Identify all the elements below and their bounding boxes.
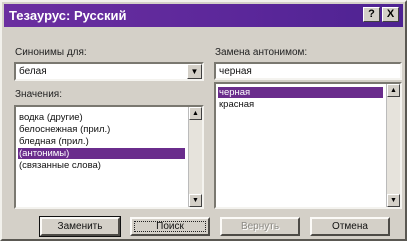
help-button[interactable]: ? <box>363 7 380 22</box>
synonyms-for-label: Синонимы для: <box>15 47 87 58</box>
replace-with-input[interactable]: черная <box>214 62 402 80</box>
scroll-up-arrow-icon[interactable]: ▲ <box>387 84 400 97</box>
thesaurus-dialog: Тезаурус: Русский ? X Синонимы для: бела… <box>0 0 407 241</box>
meaning-item-0[interactable]: водка (другие) <box>18 112 185 123</box>
replace-with-value: черная <box>219 66 252 77</box>
replace-scrollbar[interactable]: ▲ ▼ <box>386 84 400 207</box>
meanings-scrollbar[interactable]: ▲ ▼ <box>188 107 202 207</box>
meaning-item-1[interactable]: белоснежная (прил.) <box>18 124 185 135</box>
replace-button[interactable]: Заменить <box>40 217 120 236</box>
meaning-item-2[interactable]: бледная (прил.) <box>18 136 185 147</box>
meanings-list[interactable]: водка (другие) белоснежная (прил.) бледн… <box>14 105 204 209</box>
meaning-item-4[interactable]: (связанные слова) <box>18 160 185 171</box>
meanings-label: Значения: <box>15 89 62 100</box>
title-bar: Тезаурус: Русский ? X <box>4 4 403 27</box>
window-title: Тезаурус: Русский <box>9 8 127 23</box>
replace-item-1[interactable]: красная <box>218 99 383 110</box>
cancel-button[interactable]: Отмена <box>310 217 390 236</box>
chevron-down-icon[interactable]: ▼ <box>187 64 202 79</box>
replace-item-0[interactable]: черная <box>218 87 383 98</box>
scroll-down-arrow-icon[interactable]: ▼ <box>189 194 202 207</box>
replace-list[interactable]: черная красная ▲ ▼ <box>214 82 402 209</box>
scroll-down-arrow-icon[interactable]: ▼ <box>387 194 400 207</box>
search-button[interactable]: Поиск <box>130 217 210 236</box>
previous-button[interactable]: Вернуть <box>220 217 300 236</box>
close-button[interactable]: X <box>382 7 399 22</box>
synonyms-for-value: белая <box>19 66 47 77</box>
meaning-item-3[interactable]: (антонимы) <box>18 148 185 159</box>
synonyms-for-combobox[interactable]: белая ▼ <box>14 62 204 81</box>
replace-with-antonym-label: Замена антонимом: <box>215 47 308 58</box>
scroll-up-arrow-icon[interactable]: ▲ <box>189 107 202 120</box>
